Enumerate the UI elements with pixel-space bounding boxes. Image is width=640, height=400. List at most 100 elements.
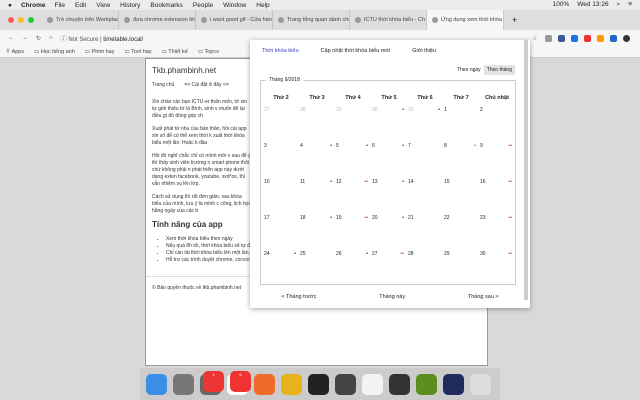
menu-icon[interactable]: ≡ <box>628 1 632 9</box>
extension-icon[interactable] <box>545 34 552 42</box>
bookmark-item[interactable]: ▭ Học tiếng anh <box>34 49 75 55</box>
extension-icon[interactable] <box>558 34 565 42</box>
calendar-day[interactable]: 20 • <box>371 215 407 251</box>
calendar-day[interactable]: 9 •• <box>479 143 515 179</box>
calendar-day[interactable]: 1 <box>443 107 479 143</box>
calendar-day[interactable]: 8 • <box>443 143 479 179</box>
browser-tab[interactable]: i want good gif - Cửa hàng× <box>196 10 273 30</box>
calendar-day[interactable]: 5 • <box>335 143 371 179</box>
safari-icon[interactable] <box>254 373 275 395</box>
calendar-day[interactable]: 28 <box>299 107 335 143</box>
home-icon[interactable]: ⌂ <box>49 35 53 41</box>
calendar-day[interactable]: 22 <box>443 215 479 251</box>
bookmark-item[interactable]: ⠿ Apps <box>6 49 24 55</box>
calendar-day[interactable]: 3 <box>263 143 299 179</box>
browser-tab[interactable]: đưa chrome extension lên× <box>119 10 196 30</box>
calendar-day[interactable]: 16 •• <box>479 179 515 215</box>
calendar-day[interactable]: 14 <box>407 179 443 215</box>
calendar-day[interactable]: 10 <box>263 179 299 215</box>
maximize-window-button[interactable] <box>28 17 34 23</box>
new-tab-button[interactable]: + <box>504 15 517 25</box>
scrollbar[interactable] <box>524 40 528 300</box>
menu-item[interactable]: View <box>96 2 110 9</box>
minimize-window-button[interactable] <box>18 17 24 23</box>
close-window-button[interactable] <box>8 17 14 23</box>
calendar-day[interactable]: 21 <box>407 215 443 251</box>
menu-item[interactable]: Window <box>223 2 246 9</box>
system-preferences-icon[interactable]: 1 <box>200 370 224 395</box>
calendar-day[interactable]: 27 •• <box>371 251 407 287</box>
calendar-day[interactable]: 15 <box>443 179 479 215</box>
menu-item[interactable]: People <box>193 2 213 9</box>
calendar-day[interactable]: 31 • <box>407 107 443 143</box>
apple-icon[interactable]: ● <box>8 2 12 9</box>
calendar-day[interactable]: 23 •• <box>479 215 515 251</box>
calendar-day[interactable]: 18 • <box>299 215 335 251</box>
finder-icon[interactable] <box>146 373 167 395</box>
calendar-day[interactable]: 24 • <box>263 251 299 287</box>
slack-icon[interactable]: 6 <box>227 370 251 395</box>
tab-about[interactable]: Giới thiệu <box>412 48 436 54</box>
extension-icon[interactable] <box>571 34 578 42</box>
calendar-day[interactable]: 29 <box>443 251 479 287</box>
bookmark-item[interactable]: ▭ Tool hay <box>124 49 151 55</box>
calendar-day[interactable]: 17 <box>263 215 299 251</box>
calendar-day[interactable]: 7 <box>407 143 443 179</box>
calendar-day[interactable]: 19 •• <box>335 215 371 251</box>
photoshop-icon[interactable] <box>443 373 464 395</box>
calendar-day[interactable]: 12 •• <box>335 179 371 215</box>
calendar-day[interactable]: 13 • <box>371 179 407 215</box>
view-month-button[interactable]: Theo tháng <box>483 65 515 75</box>
browser-tab[interactable]: ICTU thời khóa biểu - Ch× <box>350 10 427 30</box>
search-icon[interactable]: ⌕ <box>617 1 621 9</box>
menu-item[interactable]: Help <box>256 2 269 9</box>
clock[interactable]: Wed 13:26 <box>577 1 608 9</box>
calendar-day[interactable]: 2 <box>479 107 515 143</box>
browser-tab[interactable]: Trang tổng quan dành cho× <box>273 10 350 30</box>
tab-update[interactable]: Cập nhật thời khóa biểu mới <box>321 48 391 54</box>
back-icon[interactable]: ← <box>8 35 14 41</box>
calendar-day[interactable]: 28 <box>407 251 443 287</box>
vim-icon[interactable] <box>416 373 437 395</box>
trash-icon[interactable] <box>470 373 491 395</box>
tab-timetable[interactable]: Thời khóa biểu <box>262 48 299 54</box>
prev-month-button[interactable]: < Tháng trước <box>281 294 316 300</box>
bookmark-item[interactable]: ▭ Phim hay <box>85 49 115 55</box>
next-month-button[interactable]: Tháng sau > <box>468 294 499 300</box>
calendar-day[interactable]: 30 • <box>371 107 407 143</box>
calendar-day[interactable]: 11 • <box>299 179 335 215</box>
terminal-icon[interactable] <box>308 373 329 395</box>
chrome-icon[interactable] <box>281 373 302 395</box>
nav-install-link[interactable]: => Cài đặt ở đây <= <box>184 82 228 89</box>
calendar-day[interactable]: 26 • <box>335 251 371 287</box>
profile-avatar[interactable] <box>623 34 630 42</box>
menu-item[interactable]: Edit <box>75 2 86 9</box>
coccoc-icon[interactable] <box>362 373 383 395</box>
launchpad-icon[interactable] <box>173 373 194 395</box>
menu-item[interactable]: History <box>120 2 140 9</box>
menu-app-name[interactable]: Chrome <box>21 2 46 9</box>
calendar-day[interactable]: 6 • <box>371 143 407 179</box>
browser-tab[interactable]: Ứng dụng xem thời khóa× <box>427 10 504 30</box>
workplace-icon[interactable] <box>389 373 410 395</box>
calendar-day[interactable]: 29 <box>335 107 371 143</box>
menu-item[interactable]: Bookmarks <box>150 2 183 9</box>
bookmark-item[interactable]: ▭ Thiết kế <box>162 49 188 55</box>
bookmark-item[interactable]: ▭ Topcv <box>198 49 219 55</box>
this-month-button[interactable]: Tháng này <box>379 294 405 300</box>
calendar-day[interactable]: 4 • <box>299 143 335 179</box>
view-day-button[interactable]: Theo ngày <box>454 65 484 75</box>
battery-status[interactable]: 100% <box>553 1 570 9</box>
calendar-day[interactable]: 27 <box>263 107 299 143</box>
menu-item[interactable]: File <box>55 2 65 9</box>
calendar-day[interactable]: 25 <box>299 251 335 287</box>
forward-icon[interactable]: → <box>22 35 28 41</box>
extension-icon[interactable] <box>597 34 604 42</box>
reload-icon[interactable]: ↻ <box>36 35 41 42</box>
nav-home-link[interactable]: Trang chủ <box>152 82 174 89</box>
extension-icon[interactable] <box>584 34 591 42</box>
browser-tab[interactable]: Trò chuyện trên Workplace× <box>42 10 119 30</box>
sublime-icon[interactable] <box>335 373 356 395</box>
address-bar[interactable]: ⓘ Not Secure | timetable.local/ <box>61 34 144 43</box>
star-icon[interactable]: ☆ <box>532 35 539 42</box>
